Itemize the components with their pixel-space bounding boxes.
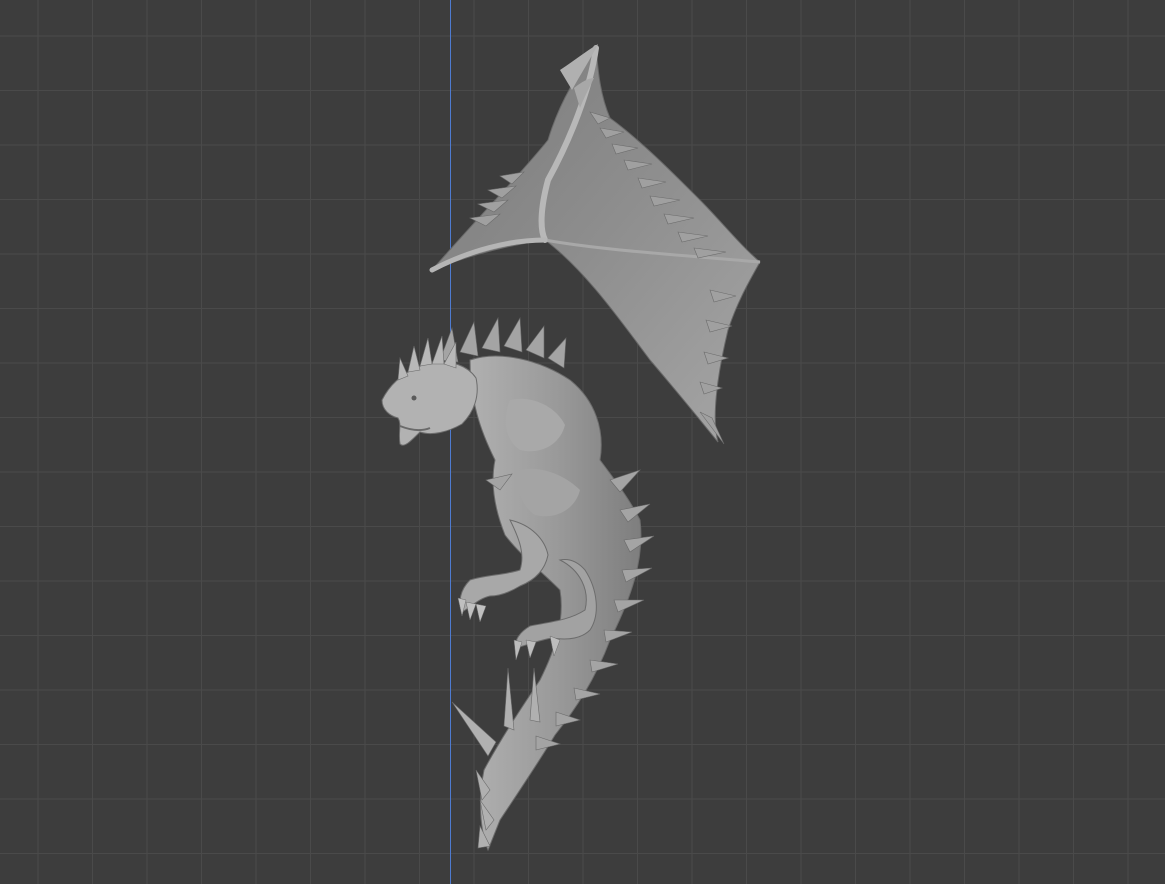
dragon-front-claw	[457, 519, 549, 623]
3d-viewport[interactable]	[0, 0, 1165, 884]
dragon-model[interactable]	[0, 0, 1165, 884]
